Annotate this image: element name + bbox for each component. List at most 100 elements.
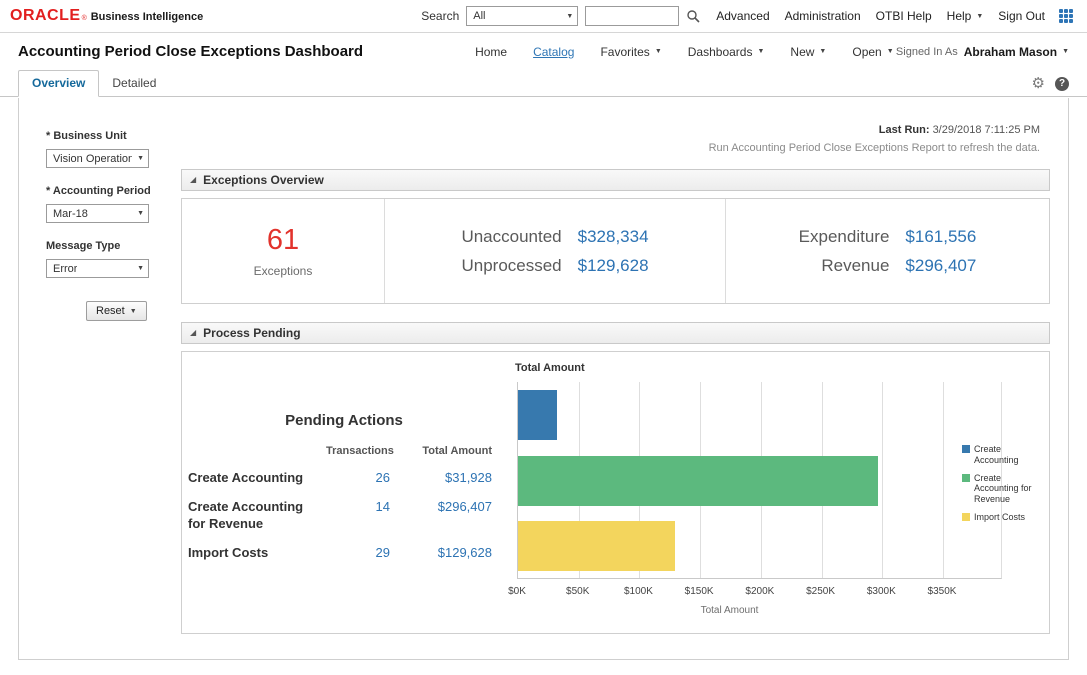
sign-out-link[interactable]: Sign Out [998,9,1045,23]
metric-value: $129,628 [578,256,649,276]
business-unit-select[interactable]: Vision Operation ▼ [46,149,149,168]
exceptions-overview-body: 61 Exceptions Unaccounted $328,334 Unpro… [181,198,1050,304]
metric-value: $161,556 [905,227,976,247]
metric-value: $328,334 [578,227,649,247]
legend-label: Create Accounting [974,444,1034,466]
link-administration[interactable]: Administration [785,9,861,23]
apps-grid-icon[interactable] [1059,9,1073,23]
exceptions-count: 61 [267,224,299,257]
chevron-down-icon: ▼ [655,48,662,55]
last-run-info: Last Run: 3/29/2018 7:11:25 PM Run Accou… [709,124,1040,154]
reset-button[interactable]: Reset ▼ [86,301,147,321]
row-transactions: 14 [326,499,390,514]
chevron-down-icon: ▼ [137,265,144,272]
help-menu[interactable]: Help ▼ [947,9,984,23]
global-nav: Home Catalog Favorites ▼ Dashboards ▼ Ne… [475,45,894,59]
process-pending-title: Process Pending [203,326,300,340]
legend-swatch-icon [962,513,970,521]
accounting-period-select[interactable]: Mar-18 ▼ [46,204,149,223]
tab-overview[interactable]: Overview [18,70,99,97]
search-label: Search [421,9,459,23]
process-pending-section: ◢ Process Pending Pending Actions Transa… [181,322,1050,634]
legend-item: Create Accounting for Revenue [962,473,1048,505]
nav-open-label: Open [852,45,881,59]
row-label: Import Costs [188,545,326,561]
bar-import-costs[interactable] [518,521,675,571]
row-transactions: 26 [326,470,390,485]
search-scope-select[interactable]: All ▼ [466,6,578,26]
exceptions-overview-header[interactable]: ◢ Exceptions Overview [181,169,1050,191]
prompt-panel: * Business Unit Vision Operation ▼ * Acc… [46,130,181,321]
x-tick-label: $250K [806,586,835,597]
link-otbi-help[interactable]: OTBI Help [876,9,932,23]
oracle-logo: ORACLE ® Business Intelligence [10,7,203,25]
row-total: $296,407 [390,499,492,514]
accounting-period-label: * Accounting Period [46,185,181,197]
message-type-label: Message Type [46,240,181,252]
x-tick-label: $0K [508,586,526,597]
nav-new-label: New [790,45,814,59]
row-label: Create Accounting for Revenue [188,499,326,532]
nav-open[interactable]: Open ▼ [852,45,893,59]
accounting-period-value: Mar-18 [53,208,88,220]
signed-in-area: Signed In As Abraham Mason ▼ [896,45,1069,59]
help-icon[interactable]: ? [1055,77,1069,91]
chevron-down-icon: ▼ [137,155,144,162]
process-pending-body: Pending Actions Transactions Total Amoun… [181,351,1050,634]
nav-catalog[interactable]: Catalog [533,45,574,59]
business-unit-label: * Business Unit [46,130,181,142]
nav-favorites[interactable]: Favorites ▼ [600,45,661,59]
legend-swatch-icon [962,445,970,453]
search-scope-value: All [473,10,485,22]
nav-home-label: Home [475,45,507,59]
x-tick-label: $300K [867,586,896,597]
help-menu-label: Help [947,9,972,23]
nav-dashboards[interactable]: Dashboards ▼ [688,45,765,59]
chart-legend: Create Accounting Create Accounting for R… [962,444,1048,530]
search-input[interactable] [585,6,679,26]
nav-home[interactable]: Home [475,45,507,59]
exceptions-count-panel: 61 Exceptions [182,199,385,303]
tab-detailed[interactable]: Detailed [99,71,169,96]
last-run-note: Run Accounting Period Close Exceptions R… [709,142,1040,154]
chart-title: Total Amount [515,362,585,374]
exceptions-count-label: Exceptions [254,264,313,278]
last-run-value: 3/29/2018 7:11:25 PM [933,124,1040,136]
gear-icon[interactable]: ⚙ [1032,76,1045,91]
nav-favorites-label: Favorites [600,45,649,59]
chevron-down-icon: ▼ [819,48,826,55]
bar-create-accounting[interactable] [518,390,557,440]
chevron-down-icon: ▼ [887,48,894,55]
message-type-select[interactable]: Error ▼ [46,259,149,278]
process-pending-header[interactable]: ◢ Process Pending [181,322,1050,344]
col-header-total-amount: Total Amount [390,445,492,457]
row-total: $129,628 [390,545,492,560]
oracle-wordmark: ORACLE [10,7,81,25]
last-run-label: Last Run: [879,124,930,136]
pending-actions-table: Pending Actions Transactions Total Amoun… [188,412,500,561]
bar-create-accounting-for-revenue[interactable] [518,456,878,506]
legend-swatch-icon [962,474,970,482]
message-type-value: Error [53,263,77,275]
link-advanced[interactable]: Advanced [716,9,769,23]
exceptions-metrics-right: Expenditure $161,556 Revenue $296,407 [726,199,1049,303]
row-label: Create Accounting [188,470,326,486]
col-header-transactions: Transactions [326,445,390,457]
metric-label: Expenditure [799,227,890,247]
chart-x-axis: $0K$50K$100K$150K$200K$250K$300K$350K [517,586,1002,598]
user-name: Abraham Mason [964,45,1057,59]
user-menu[interactable]: Abraham Mason ▼ [964,45,1069,59]
row-transactions: 29 [326,545,390,560]
nav-dashboards-label: Dashboards [688,45,753,59]
metric-value: $296,407 [905,256,976,276]
nav-new[interactable]: New ▼ [790,45,826,59]
legend-label: Import Costs [974,512,1034,523]
chevron-down-icon: ▼ [757,48,764,55]
metric-label: Revenue [821,256,889,276]
tab-toolbar: ⚙ ? [1032,76,1069,96]
gridline [943,382,944,578]
exceptions-overview-title: Exceptions Overview [203,173,324,187]
chevron-down-icon: ▼ [137,210,144,217]
search-icon[interactable] [686,9,700,23]
x-tick-label: $350K [928,586,957,597]
